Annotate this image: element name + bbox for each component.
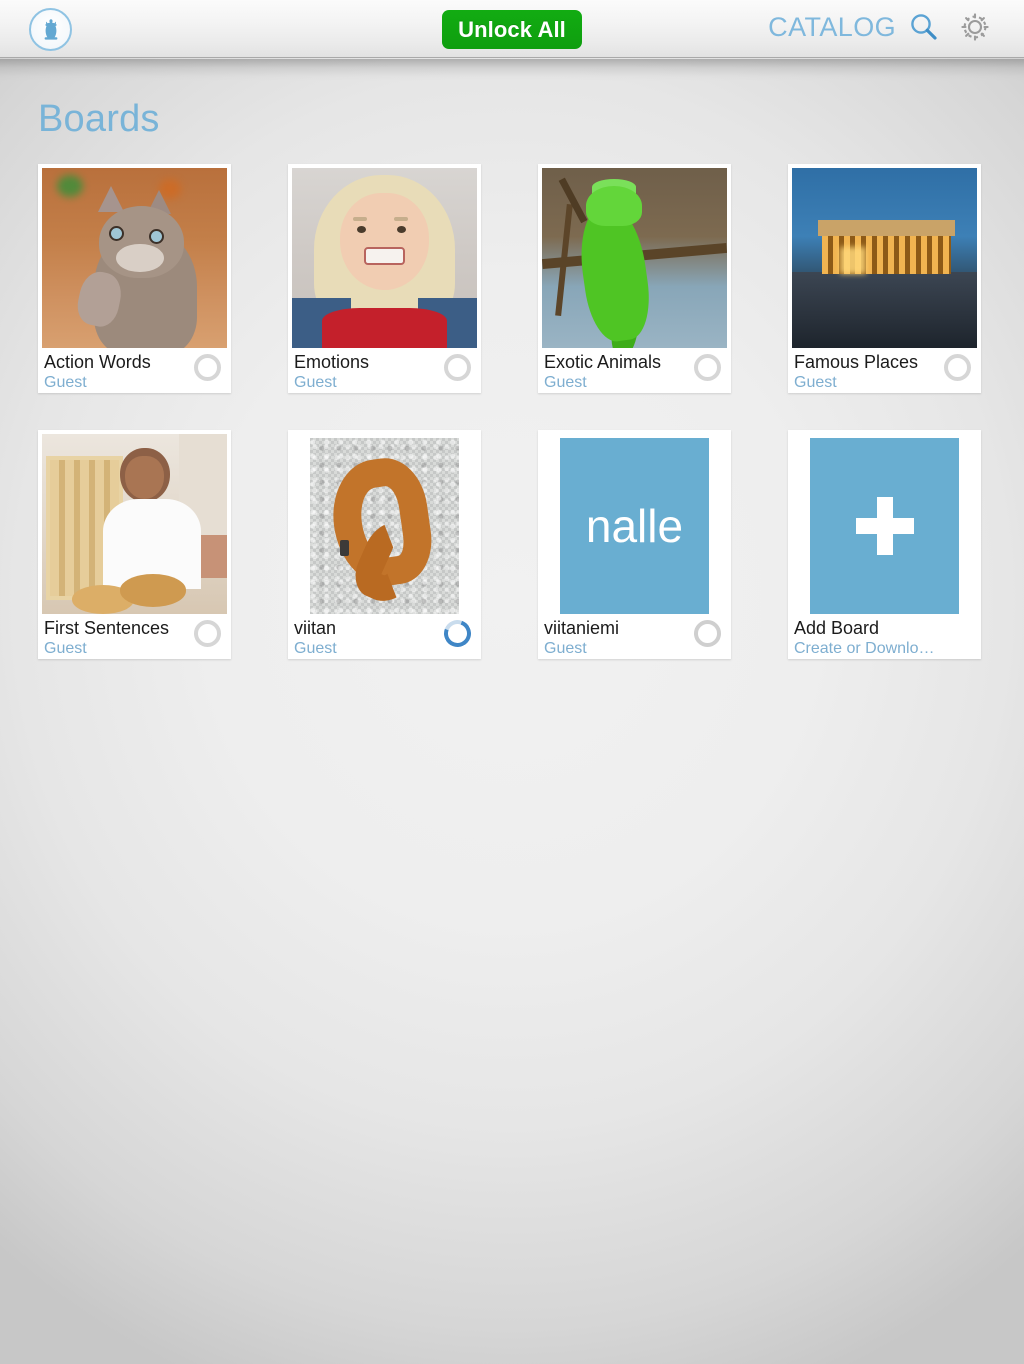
lizard-photo (542, 168, 727, 348)
settings-button[interactable] (958, 12, 992, 46)
board-meta: First Sentences Guest (38, 614, 231, 659)
board-meta: Add Board Create or Downlo… (788, 614, 981, 659)
board-card-viitan[interactable]: viitan Guest (288, 430, 481, 659)
nalle-tile: nalle (560, 438, 709, 614)
boards-grid: Action Words Guest Emotions Guest Exotic… (38, 164, 988, 696)
board-status-indicator[interactable] (694, 354, 721, 381)
parthenon-photo (792, 168, 977, 348)
girl-photo (292, 168, 477, 348)
board-thumbnail (288, 430, 481, 614)
board-meta: viitan Guest (288, 614, 481, 659)
scarf-photo (310, 438, 459, 614)
board-status-indicator[interactable] (444, 354, 471, 381)
board-card-emotions[interactable]: Emotions Guest (288, 164, 481, 393)
profile-button[interactable] (29, 8, 72, 51)
board-status-indicator[interactable] (194, 354, 221, 381)
cat-photo (42, 168, 227, 348)
board-thumbnail (788, 430, 981, 614)
board-thumbnail (288, 164, 481, 348)
board-meta: Action Words Guest (38, 348, 231, 393)
board-meta: Emotions Guest (288, 348, 481, 393)
top-navigation-bar: Unlock All CATALOG (0, 0, 1024, 58)
board-thumbnail: nalle (538, 430, 731, 614)
board-thumbnail (38, 430, 231, 614)
board-thumbnail (788, 164, 981, 348)
board-card-action-words[interactable]: Action Words Guest (38, 164, 231, 393)
catalog-button[interactable]: CATALOG (768, 12, 896, 43)
search-icon (908, 11, 939, 47)
board-subtitle: Create or Downlo… (794, 640, 935, 657)
board-card-viitaniemi[interactable]: nalle viitaniemi Guest (538, 430, 731, 659)
board-meta: Famous Places Guest (788, 348, 981, 393)
plus-icon (855, 497, 914, 555)
board-thumbnail (38, 164, 231, 348)
board-status-indicator[interactable] (694, 620, 721, 647)
gear-icon (959, 11, 991, 48)
board-title: Add Board (794, 618, 880, 638)
tile-word-label: nalle (585, 500, 684, 552)
board-thumbnail (538, 164, 731, 348)
plus-tile (810, 438, 959, 614)
board-status-indicator[interactable] (944, 354, 971, 381)
navbar-drop-shadow (0, 59, 1024, 81)
search-button[interactable] (906, 12, 940, 46)
board-card-famous-places[interactable]: Famous Places Guest (788, 164, 981, 393)
board-card-add-board[interactable]: Add Board Create or Downlo… (788, 430, 981, 659)
baker-photo (42, 434, 227, 614)
board-card-first-sentences[interactable]: First Sentences Guest (38, 430, 231, 659)
unlock-all-button[interactable]: Unlock All (442, 10, 582, 49)
person-chess-piece-icon (38, 17, 64, 43)
board-meta: Exotic Animals Guest (538, 348, 731, 393)
board-status-indicator[interactable] (194, 620, 221, 647)
board-meta: viitaniemi Guest (538, 614, 731, 659)
page-title: Boards (38, 98, 160, 140)
board-card-exotic-animals[interactable]: Exotic Animals Guest (538, 164, 731, 393)
